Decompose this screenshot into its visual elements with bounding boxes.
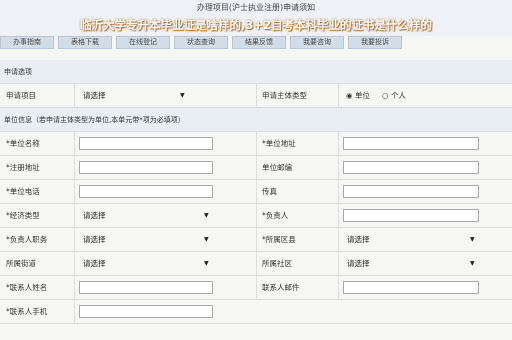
- row-street: 所属街道 请选择 ▼ 所属社区 请选择 ▼: [0, 252, 512, 276]
- divider: [74, 132, 75, 155]
- divider: [74, 180, 75, 203]
- reg-address-input[interactable]: [79, 161, 213, 174]
- divider: [74, 84, 75, 107]
- divider: [74, 276, 75, 299]
- apply-project-label: 申请项目: [6, 91, 36, 100]
- divider: [256, 228, 257, 251]
- apply-project-select[interactable]: 请选择: [83, 90, 106, 101]
- dropdown-icon[interactable]: ▼: [470, 260, 475, 267]
- row-economy-type: *经济类型 请选择 ▼ *负责人: [0, 204, 512, 228]
- overlay-title: 临沂大学专升本毕业证是啥样的,3+2自考本科毕业的证书是什么样的: [79, 18, 432, 32]
- unit-email-input[interactable]: [343, 161, 479, 174]
- dropdown-icon[interactable]: ▼: [470, 236, 475, 243]
- divider: [74, 252, 75, 275]
- divider: [74, 300, 75, 323]
- contact-mobile-input[interactable]: [79, 305, 213, 318]
- section-unit-title: 单位信息（若申请主体类型为单位,本单元带*项为必填项）: [4, 115, 185, 124]
- apply-form: 申请选项 申请项目 请选择 ▼ 申请主体类型 ◉ 单位 ○ 个人 单位信息（若申…: [0, 60, 512, 324]
- leader-duty-select[interactable]: 请选择: [83, 234, 106, 245]
- radio-checked-icon[interactable]: ◉: [346, 91, 353, 100]
- unit-phone-label: *单位电话: [6, 187, 40, 196]
- row-unit-phone: *单位电话 传真: [0, 180, 512, 204]
- unit-address-input[interactable]: [343, 137, 479, 150]
- tab-consult[interactable]: 我要咨询: [290, 36, 344, 49]
- divider: [256, 132, 257, 155]
- dropdown-icon[interactable]: ▼: [180, 92, 185, 99]
- tab-bar: 办事指南 表格下载 在线登记 状态查询 结果反馈 我要咨询 我要投诉: [0, 36, 512, 49]
- district-label: *所属区县: [262, 235, 296, 244]
- contact-name-label: *联系人姓名: [6, 283, 48, 292]
- street-label: 所属街道: [6, 259, 36, 268]
- divider: [74, 156, 75, 179]
- radio-unit[interactable]: ◉ 单位: [346, 90, 370, 101]
- divider: [338, 276, 339, 299]
- section-unit-info: 单位信息（若申请主体类型为单位,本单元带*项为必填项）: [0, 108, 512, 132]
- contact-email-input[interactable]: [343, 281, 479, 294]
- economy-type-label: *经济类型: [6, 211, 40, 220]
- divider: [338, 156, 339, 179]
- unit-phone-input[interactable]: [79, 185, 213, 198]
- row-leader-duty: *负责人职务 请选择 ▼ *所属区县 请选择 ▼: [0, 228, 512, 252]
- row-apply: 申请项目 请选择 ▼ 申请主体类型 ◉ 单位 ○ 个人: [0, 84, 512, 108]
- community-select[interactable]: 请选择: [347, 258, 370, 269]
- divider: [256, 156, 257, 179]
- tab-guide[interactable]: 办事指南: [0, 36, 54, 49]
- tab-status[interactable]: 状态查询: [174, 36, 228, 49]
- divider: [338, 180, 339, 203]
- dropdown-icon[interactable]: ▼: [204, 212, 209, 219]
- unit-name-label: *单位名称: [6, 139, 40, 148]
- section-apply: 申请选项: [0, 60, 512, 84]
- contact-email-label: 联系人邮件: [262, 283, 300, 292]
- tab-download[interactable]: 表格下载: [58, 36, 112, 49]
- page-title: 办理项目(沪士执业注册)申请须知: [196, 3, 316, 12]
- radio-person[interactable]: ○ 个人: [382, 90, 406, 101]
- divider: [256, 180, 257, 203]
- divider: [338, 132, 339, 155]
- row-contact: *联系人姓名 联系人邮件: [0, 276, 512, 300]
- fax-label: 传真: [262, 187, 277, 196]
- economy-type-select[interactable]: 请选择: [83, 210, 106, 221]
- divider: [256, 204, 257, 227]
- contact-name-input[interactable]: [79, 281, 213, 294]
- row-reg-address: *注册地址 单位邮编: [0, 156, 512, 180]
- row-unit-name: *单位名称 *单位地址: [0, 132, 512, 156]
- leader-input[interactable]: [343, 209, 479, 222]
- unit-address-label: *单位地址: [262, 139, 296, 148]
- unit-email-label: 单位邮编: [262, 163, 292, 172]
- divider: [74, 204, 75, 227]
- leader-duty-label: *负责人职务: [6, 235, 48, 244]
- dropdown-icon[interactable]: ▼: [204, 260, 209, 267]
- divider: [338, 84, 339, 107]
- district-select[interactable]: 请选择: [347, 234, 370, 245]
- tab-feedback[interactable]: 结果反馈: [232, 36, 286, 49]
- divider: [74, 228, 75, 251]
- section-apply-title: 申请选项: [4, 67, 32, 76]
- divider: [338, 204, 339, 227]
- radio-empty-icon[interactable]: ○: [382, 91, 389, 100]
- header-bar: 办理项目(沪士执业注册)申请须知 临沂大学专升本毕业证是啥样的,3+2自考本科毕…: [0, 0, 512, 36]
- subject-type-label: 申请主体类型: [262, 91, 307, 100]
- row-contact-mobile: *联系人手机: [0, 300, 512, 324]
- community-label: 所属社区: [262, 259, 292, 268]
- divider: [338, 228, 339, 251]
- reg-address-label: *注册地址: [6, 163, 40, 172]
- divider: [256, 252, 257, 275]
- divider: [338, 252, 339, 275]
- contact-mobile-label: *联系人手机: [6, 307, 48, 316]
- tab-register[interactable]: 在线登记: [116, 36, 170, 49]
- tab-complain[interactable]: 我要投诉: [348, 36, 402, 49]
- leader-label: *负责人: [262, 211, 289, 220]
- unit-name-input[interactable]: [79, 137, 213, 150]
- street-select[interactable]: 请选择: [83, 258, 106, 269]
- fax-input[interactable]: [343, 185, 479, 198]
- divider: [256, 276, 257, 299]
- dropdown-icon[interactable]: ▼: [204, 236, 209, 243]
- divider: [256, 84, 257, 107]
